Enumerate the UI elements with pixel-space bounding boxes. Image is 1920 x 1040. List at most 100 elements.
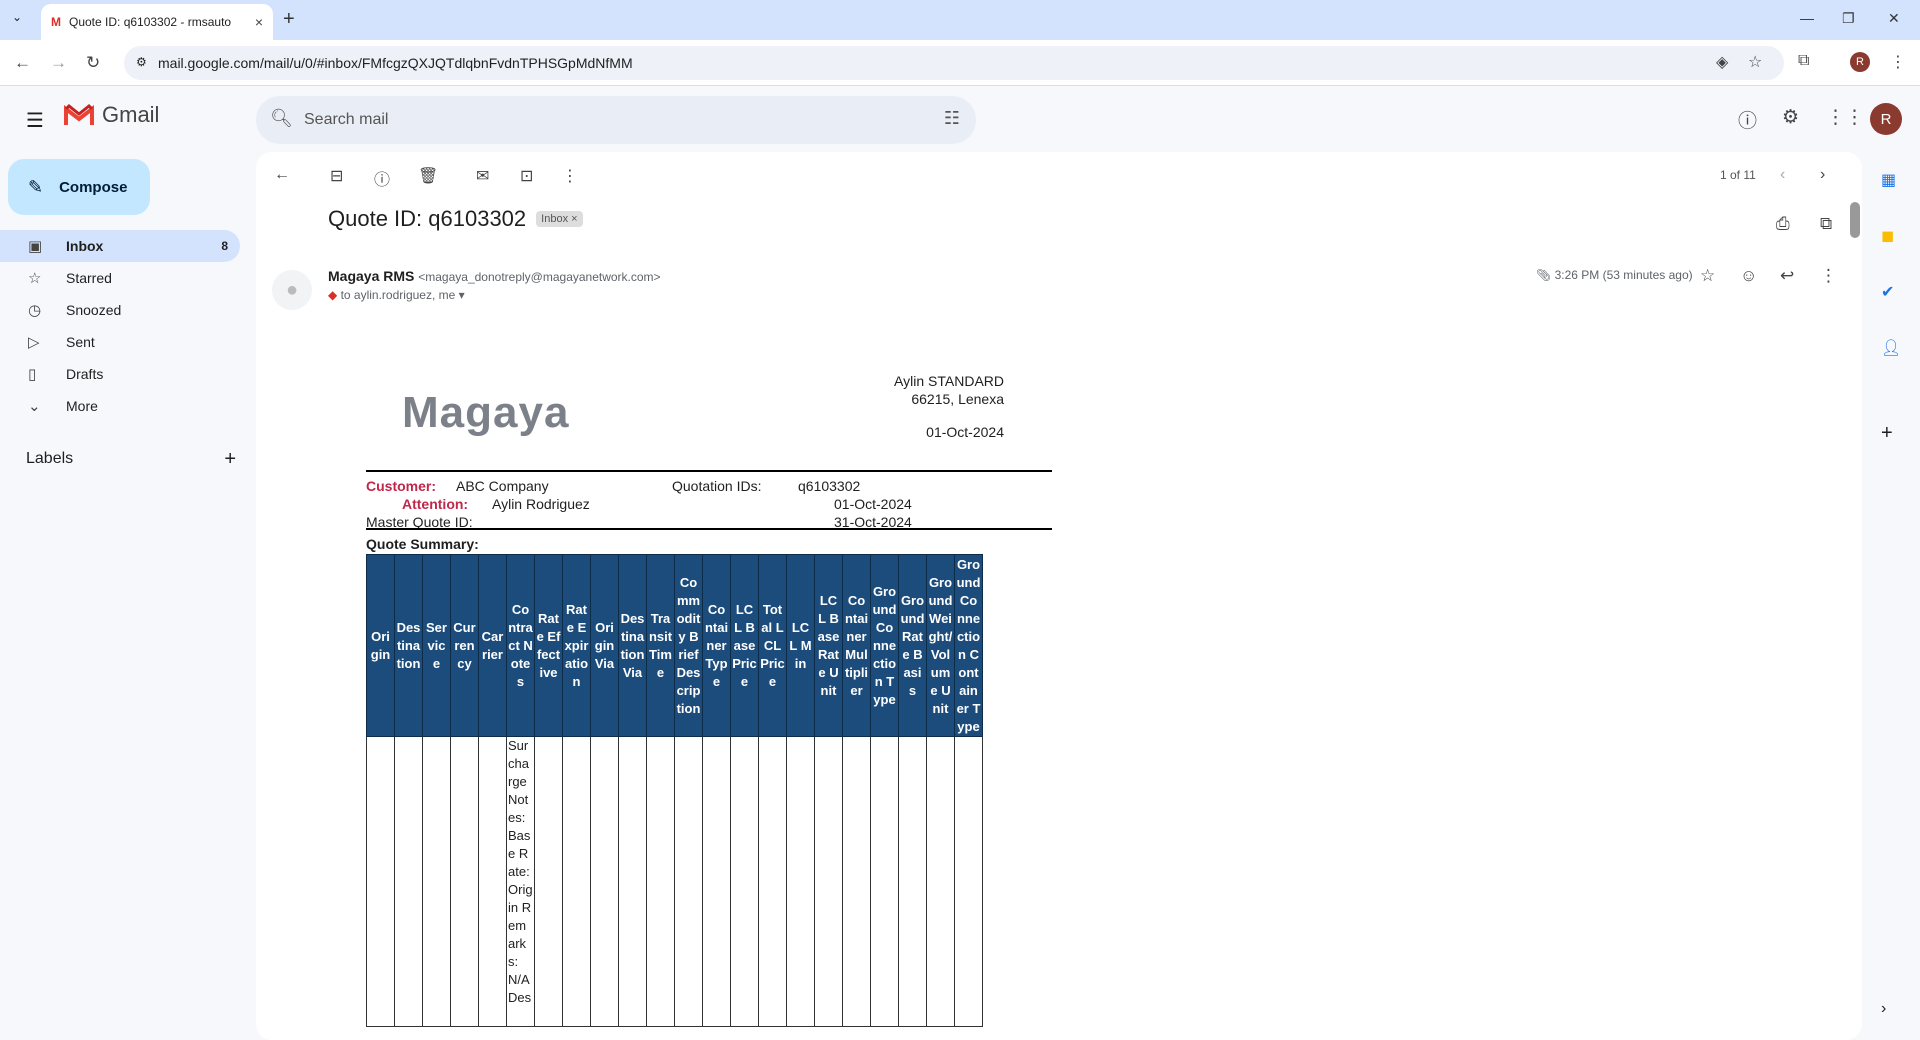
- main-menu-icon[interactable]: ☰: [26, 108, 44, 133]
- restore-icon[interactable]: ❐: [1842, 10, 1855, 27]
- apps-grid-icon[interactable]: ⋮⋮: [1826, 106, 1864, 129]
- close-window-icon[interactable]: ✕: [1888, 10, 1900, 27]
- contacts-icon[interactable]: 👤︎: [1881, 338, 1901, 358]
- move-to-icon[interactable]: ⊡: [520, 166, 533, 186]
- inbox-label-chip[interactable]: Inbox ×: [536, 211, 583, 227]
- search-options-icon[interactable]: ☷: [944, 108, 960, 129]
- older-icon[interactable]: ›: [1820, 166, 1825, 184]
- back-icon[interactable]: ←: [14, 53, 31, 73]
- add-label-icon[interactable]: +: [224, 448, 236, 471]
- url-text: mail.google.com/mail/u/0/#inbox/FMfcgzQX…: [158, 55, 633, 71]
- customer-label: Customer:: [366, 478, 437, 494]
- tasks-icon[interactable]: ✔: [1881, 282, 1894, 302]
- message-pane: ← ⊟ ⓘ 🗑︎ ✉ ⊡ ⋮ 1 of 11 ‹ › Quote ID: q61…: [256, 152, 1862, 1040]
- add-addon-icon[interactable]: +: [1881, 422, 1893, 445]
- archive-icon[interactable]: ⊟: [330, 166, 343, 186]
- sidebar-item-more[interactable]: ⌄ More: [0, 390, 240, 422]
- browser-tab[interactable]: M Quote ID: q6103302 - rmsauto ×: [41, 4, 273, 40]
- sidebar-item-starred[interactable]: ☆ Starred: [0, 262, 240, 294]
- star-message-icon[interactable]: ☆: [1700, 266, 1715, 286]
- subject-text: Quote ID: q6103302: [328, 206, 527, 231]
- scrollbar-thumb[interactable]: [1850, 202, 1860, 238]
- sidebar-nav: ▣ Inbox 8 ☆ Starred ◷ Snoozed ▷ Sent ▯ D…: [0, 230, 240, 422]
- message-more-icon[interactable]: ⋮: [1820, 266, 1837, 286]
- quotation-ids-label: Quotation IDs:: [672, 478, 762, 494]
- customer-value: ABC Company: [456, 478, 549, 494]
- address-line-1: Aylin STANDARD: [894, 373, 1004, 389]
- reload-icon[interactable]: ↻: [86, 53, 100, 73]
- column-header: LCL Base Price: [730, 554, 759, 737]
- back-to-inbox-icon[interactable]: ←: [274, 166, 290, 184]
- column-header: Rate Effective: [534, 554, 563, 737]
- column-header: Service: [422, 554, 451, 737]
- gmail-logo-text: Gmail: [102, 102, 160, 127]
- site-info-icon[interactable]: ⚙: [136, 55, 147, 69]
- mark-unread-icon[interactable]: ✉: [476, 166, 489, 186]
- sidebar-item-label: Sent: [66, 334, 95, 350]
- column-header: Container Multiplier: [842, 554, 871, 737]
- sidebar-item-snoozed[interactable]: ◷ Snoozed: [0, 294, 240, 326]
- column-header: Origin: [366, 554, 395, 737]
- time-text: 3:26 PM (53 minutes ago): [1554, 268, 1693, 282]
- more-actions-icon[interactable]: ⋮: [562, 166, 578, 186]
- print-icon[interactable]: ⎙: [1776, 214, 1790, 234]
- url-field[interactable]: ⚙ mail.google.com/mail/u/0/#inbox/FMfcgz…: [124, 46, 1784, 80]
- keep-icon[interactable]: ◼: [1881, 226, 1894, 246]
- emoji-react-icon[interactable]: ☺: [1740, 266, 1757, 286]
- quote-summary-label: Quote Summary:: [366, 536, 479, 552]
- gmail-app: ☰ Gmail 🔍︎ Search mail ☷ ⓘ ⚙ ⋮⋮ R ✎ Comp…: [0, 86, 1920, 1040]
- column-header: LCL Base Rate Unit: [814, 554, 843, 737]
- divider: [366, 528, 1052, 530]
- table-cell: [422, 736, 451, 1027]
- compose-button[interactable]: ✎ Compose: [8, 159, 150, 215]
- help-icon[interactable]: ⓘ: [1738, 106, 1757, 133]
- sender-name: Magaya RMS: [328, 268, 415, 284]
- bookmark-star-icon[interactable]: ☆: [1748, 52, 1762, 72]
- column-header: Currency: [450, 554, 479, 737]
- table-cell: [870, 736, 899, 1027]
- search-icon[interactable]: 🔍︎: [270, 108, 293, 129]
- message-time: 📎︎ 3:26 PM (53 minutes ago): [1536, 268, 1693, 282]
- sidebar-item-inbox[interactable]: ▣ Inbox 8: [0, 230, 240, 262]
- gmail-logo[interactable]: Gmail: [64, 102, 159, 128]
- table-header-row: Origin Destination Service Currency Carrier C…: [366, 554, 983, 737]
- sidebar-item-sent[interactable]: ▷ Sent: [0, 326, 240, 358]
- show-panel-icon[interactable]: ›: [1881, 1000, 1886, 1018]
- extensions-puzzle-icon[interactable]: ⧉: [1798, 52, 1809, 70]
- tab-search-icon[interactable]: ⌄: [12, 10, 22, 24]
- profile-avatar[interactable]: R: [1850, 52, 1870, 72]
- table-cell: [814, 736, 843, 1027]
- recipients-text: to aylin.rodriguez, me: [340, 288, 456, 302]
- labels-section: Labels +: [26, 448, 236, 471]
- quote-date: 01-Oct-2024: [926, 424, 1004, 440]
- table-cell: [562, 736, 591, 1027]
- report-spam-icon[interactable]: ⓘ: [374, 166, 390, 190]
- attention-label: Attention:: [402, 496, 469, 512]
- recipients-line[interactable]: ◆ to aylin.rodriguez, me ▾: [328, 288, 465, 302]
- newer-icon[interactable]: ‹: [1780, 166, 1785, 184]
- delete-icon[interactable]: 🗑︎: [418, 166, 438, 186]
- important-marker-icon[interactable]: ◆: [328, 288, 337, 302]
- column-header: Destination Via: [618, 554, 647, 737]
- column-header: Rate Expiration: [562, 554, 591, 737]
- forward-icon[interactable]: →: [50, 53, 67, 73]
- open-new-window-icon[interactable]: ⧉: [1820, 214, 1832, 234]
- table-cell: [394, 736, 423, 1027]
- minimize-icon[interactable]: —: [1800, 10, 1814, 26]
- search-input[interactable]: 🔍︎ Search mail ☷: [256, 96, 976, 144]
- new-tab-icon[interactable]: +: [283, 8, 295, 31]
- column-header: Transit Time: [646, 554, 675, 737]
- column-header: Ground Connection Container Type: [954, 554, 983, 737]
- browser-menu-icon[interactable]: ⋮: [1890, 52, 1906, 72]
- sender-avatar: ●: [272, 270, 312, 310]
- sidebar-item-drafts[interactable]: ▯ Drafts: [0, 358, 240, 390]
- calendar-icon[interactable]: ▦: [1881, 170, 1896, 190]
- column-header: Total LCL Price: [758, 554, 787, 737]
- reply-icon[interactable]: ↩: [1780, 266, 1794, 286]
- table-cell: [786, 736, 815, 1027]
- magaya-logo: Magaya: [402, 388, 570, 437]
- settings-gear-icon[interactable]: ⚙: [1782, 106, 1799, 129]
- close-tab-icon[interactable]: ×: [255, 14, 263, 30]
- extension-icon[interactable]: ◈: [1716, 52, 1728, 72]
- message-subject: Quote ID: q6103302 Inbox ×: [328, 206, 583, 232]
